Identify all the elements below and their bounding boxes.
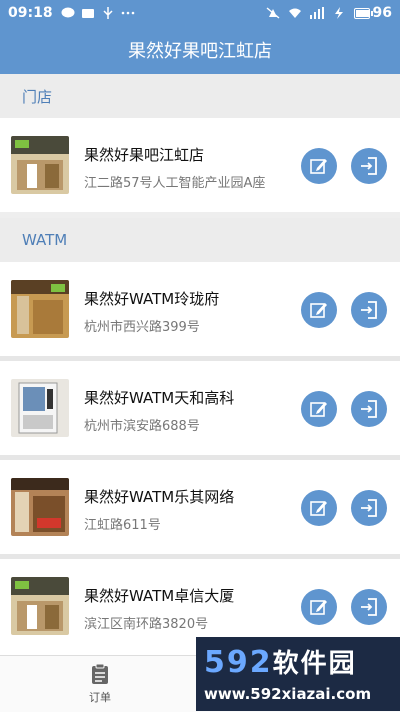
enter-button[interactable] — [351, 292, 387, 328]
title-bar: 果然好果吧江虹店 — [0, 26, 400, 74]
row-address: 杭州市滨安路688号 — [84, 419, 200, 434]
edit-icon — [310, 501, 327, 516]
login-icon — [361, 157, 377, 175]
edit-button[interactable] — [301, 490, 337, 526]
edit-button[interactable] — [301, 589, 337, 625]
row-title: 果然好WATM卓信大厦 — [84, 587, 235, 605]
row-address: 江二路57号人工智能产业园A座 — [84, 176, 266, 191]
mute-icon — [266, 7, 279, 19]
battery-indicator: 96 — [353, 5, 392, 21]
store-thumbnail — [11, 136, 69, 194]
store-thumbnail — [11, 577, 69, 635]
list-item[interactable]: 果然好果吧江虹店 江二路57号人工智能产业园A座 — [0, 118, 400, 212]
section-header-store: 门店 — [0, 74, 400, 118]
row-title: 果然好WATM玲珑府 — [84, 290, 220, 308]
status-bar: 09:18 96 — [0, 0, 400, 26]
status-time: 09:18 — [8, 5, 53, 21]
wifi-icon — [288, 8, 301, 18]
row-address: 杭州市西兴路399号 — [84, 320, 200, 335]
list-item[interactable]: 果然好WATM玲珑府 杭州市西兴路399号 — [0, 262, 400, 356]
nav-orders-label: 订单 — [89, 691, 111, 704]
row-title: 果然好WATM乐其网络 — [84, 488, 235, 506]
page-title: 果然好果吧江虹店 — [128, 41, 272, 62]
enter-button[interactable] — [351, 391, 387, 427]
edit-icon — [310, 402, 327, 417]
section-header-watm: WATM — [0, 218, 400, 262]
charging-icon — [334, 7, 343, 19]
battery-icon — [353, 7, 373, 19]
watermark-url: www.592xiazai.com — [204, 685, 372, 703]
battery-percent: 96 — [372, 5, 392, 21]
edit-icon — [310, 159, 327, 174]
watermark: 592软件园 www.592xiazai.com — [196, 637, 400, 711]
enter-button[interactable] — [351, 490, 387, 526]
enter-button[interactable] — [351, 148, 387, 184]
login-icon — [361, 400, 377, 418]
edit-icon — [310, 600, 327, 615]
row-address: 江虹路611号 — [84, 518, 161, 533]
edit-button[interactable] — [301, 391, 337, 427]
edit-icon — [310, 303, 327, 318]
edit-button[interactable] — [301, 292, 337, 328]
store-thumbnail — [11, 280, 69, 338]
nav-orders[interactable]: 订单 — [0, 656, 200, 712]
section-label-watm: WATM — [22, 231, 68, 249]
enter-button[interactable] — [351, 589, 387, 625]
more-icon — [121, 11, 134, 15]
message-icon — [61, 7, 75, 18]
wallet-icon — [81, 9, 94, 18]
store-thumbnail — [11, 379, 69, 437]
login-icon — [361, 301, 377, 319]
edit-button[interactable] — [301, 148, 337, 184]
list-item[interactable]: 果然好WATM乐其网络 江虹路611号 — [0, 460, 400, 554]
store-thumbnail — [11, 478, 69, 536]
list-item[interactable]: 果然好WATM天和高科 杭州市滨安路688号 — [0, 361, 400, 455]
watermark-brand: 592软件园 — [204, 645, 357, 680]
row-title: 果然好果吧江虹店 — [84, 146, 205, 164]
row-address: 滨江区南环路3820号 — [84, 617, 209, 632]
row-title: 果然好WATM天和高科 — [84, 389, 235, 407]
clipboard-icon — [92, 663, 108, 684]
section-label-store: 门店 — [22, 87, 53, 106]
login-icon — [361, 598, 377, 616]
login-icon — [361, 499, 377, 517]
signal-icon — [309, 7, 324, 19]
usb-icon — [103, 7, 113, 19]
